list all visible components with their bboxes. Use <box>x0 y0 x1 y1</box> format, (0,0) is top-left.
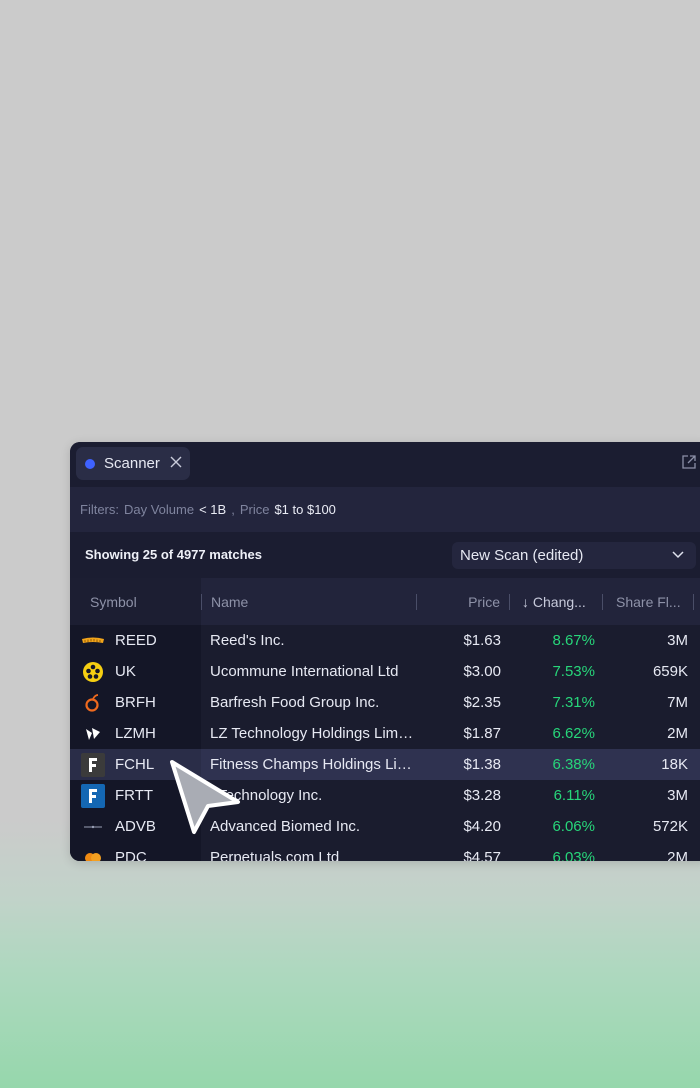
popout-icon[interactable] <box>681 454 697 470</box>
chevron-down-icon <box>672 551 684 559</box>
change-value: 8.67% <box>552 632 595 649</box>
scanner-panel: Scanner Filters: Day Volume < 1B , Price… <box>70 442 700 861</box>
change-value: 6.11% <box>553 787 595 804</box>
filter-value[interactable]: < 1B <box>199 502 226 517</box>
company-name: LZ Technology Holdings Limited <box>210 725 415 742</box>
table-row[interactable]: PDC Perpetuals.com Ltd $4.57 6.03% 2M <box>70 842 700 861</box>
price-value: $1.38 <box>463 756 501 773</box>
tab-label: Scanner <box>104 455 160 472</box>
price-value: $2.35 <box>463 694 501 711</box>
float-value: 7M <box>667 694 688 711</box>
price-value: $3.00 <box>463 663 501 680</box>
barfresh-logo-icon <box>85 694 99 712</box>
column-header-float[interactable]: Share Fl... <box>616 594 681 610</box>
column-divider[interactable] <box>416 594 417 610</box>
symbol-text: LZMH <box>115 725 156 742</box>
advb-logo-icon <box>84 825 102 829</box>
float-value: 2M <box>667 725 688 742</box>
column-header-name[interactable]: Name <box>211 594 248 610</box>
float-value: 3M <box>667 632 688 649</box>
column-divider[interactable] <box>509 594 510 610</box>
change-value: 6.03% <box>552 849 595 861</box>
lz-tech-logo-icon <box>86 728 100 740</box>
float-value: 659K <box>652 663 688 680</box>
filters-prefix: Filters: <box>80 502 119 517</box>
table-header: Symbol Name Price ↓ Chang... Share Fl... <box>70 578 700 625</box>
float-value: 18K <box>661 756 688 773</box>
ucommune-logo-icon <box>83 662 103 682</box>
filter-value[interactable]: $1 to $100 <box>274 502 335 517</box>
column-divider[interactable] <box>201 594 202 610</box>
perpetuals-logo-icon <box>85 853 101 861</box>
company-name: Reed's Inc. <box>210 632 285 649</box>
change-value: 6.62% <box>552 725 595 742</box>
frtt-logo-icon <box>81 784 105 808</box>
results-bar: Showing 25 of 4977 matches New Scan (edi… <box>70 532 700 578</box>
column-header-change[interactable]: ↓ Chang... <box>522 594 586 610</box>
float-value: 3M <box>667 787 688 804</box>
symbol-text: FRTT <box>115 787 154 804</box>
change-value: 7.53% <box>552 663 595 680</box>
filter-name: Price <box>239 502 270 517</box>
tab-scanner[interactable]: Scanner <box>76 447 190 480</box>
symbol-text: REED <box>115 632 157 649</box>
table-row[interactable]: FRTT t Technology Inc. $3.28 6.11% 3M <box>70 780 700 811</box>
symbol-text: BRFH <box>115 694 156 711</box>
scan-select-value: New Scan (edited) <box>460 547 584 564</box>
filter-name: Day Volume <box>124 502 195 517</box>
table-row[interactable]: LZMH LZ Technology Holdings Limited $1.8… <box>70 718 700 749</box>
table-row[interactable]: ADVB Advanced Biomed Inc. $4.20 6.06% 57… <box>70 811 700 842</box>
match-count: Showing 25 of 4977 matches <box>85 547 263 562</box>
table-row-selected[interactable]: FCHL Fitness Champs Holdings Limited $1.… <box>70 749 700 780</box>
tab-bar: Scanner <box>70 442 700 487</box>
filters-bar[interactable]: Filters: Day Volume < 1B , Price $1 to $… <box>70 487 700 532</box>
company-name: Barfresh Food Group Inc. <box>210 694 380 711</box>
fitness-champs-logo-icon <box>81 753 105 777</box>
symbol-text: PDC <box>115 849 147 861</box>
status-dot-icon <box>85 458 95 469</box>
change-value: 6.06% <box>552 818 595 835</box>
table-row[interactable]: UK Ucommune International Ltd $3.00 7.53… <box>70 656 700 687</box>
price-value: $1.87 <box>463 725 501 742</box>
price-value: $1.63 <box>463 632 501 649</box>
reeds-logo-icon <box>82 637 104 643</box>
column-header-price[interactable]: Price <box>468 594 500 610</box>
float-value: 572K <box>652 818 688 835</box>
table-row[interactable]: REED Reed's Inc. $1.63 8.67% 3M <box>70 625 700 656</box>
table-row[interactable]: BRFH Barfresh Food Group Inc. $2.35 7.31… <box>70 687 700 718</box>
filter-separator: , <box>231 502 235 517</box>
price-value: $4.57 <box>463 849 501 861</box>
symbol-text: UK <box>115 663 136 680</box>
change-value: 6.38% <box>552 756 595 773</box>
change-value: 7.31% <box>552 694 595 711</box>
company-name: Ucommune International Ltd <box>210 663 399 680</box>
column-divider[interactable] <box>602 594 603 610</box>
close-icon[interactable] <box>170 456 182 468</box>
column-header-symbol[interactable]: Symbol <box>90 594 137 610</box>
symbol-text: FCHL <box>115 756 155 773</box>
scan-select[interactable]: New Scan (edited) <box>452 542 696 569</box>
float-value: 2M <box>667 849 688 861</box>
symbol-text: ADVB <box>115 818 156 835</box>
company-name: Perpetuals.com Ltd <box>210 849 340 861</box>
column-divider[interactable] <box>693 594 694 610</box>
price-value: $4.20 <box>463 818 501 835</box>
pointer-cursor-icon <box>170 760 240 834</box>
price-value: $3.28 <box>463 787 501 804</box>
